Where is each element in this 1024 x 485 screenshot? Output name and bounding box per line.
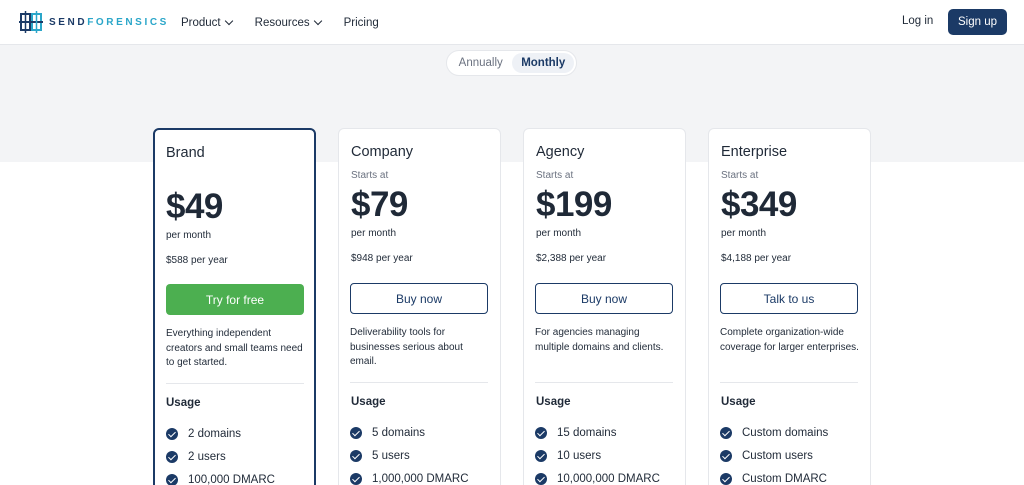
feature-label: 10,000,000 DMARC	[557, 472, 660, 485]
check-circle-icon	[720, 472, 732, 485]
main-nav: Product Resources Pricing	[181, 0, 379, 45]
chevron-down-icon	[313, 16, 322, 26]
login-link[interactable]: Log in	[902, 15, 933, 27]
plan-per-month: per month	[721, 228, 767, 239]
nav-product-label: Product	[181, 16, 221, 29]
plan-description: Deliverability tools for businesses seri…	[350, 327, 463, 367]
plan-divider	[350, 382, 488, 383]
signup-button[interactable]: Sign up	[948, 9, 1007, 35]
feature-item: Custom DMARC	[720, 467, 828, 485]
logo-wordmark-suffix: FORENSICS	[87, 16, 169, 28]
talk-to-us-button[interactable]: Talk to us	[720, 283, 858, 314]
check-circle-icon	[350, 449, 362, 462]
billing-toggle: Annually Monthly	[446, 50, 577, 76]
check-circle-icon	[720, 426, 732, 439]
check-circle-icon	[350, 426, 362, 439]
feature-label: 1,000,000 DMARC	[372, 472, 469, 485]
nav-resources[interactable]: Resources	[254, 16, 322, 29]
nav-pricing-label: Pricing	[343, 16, 379, 29]
try-for-free-button[interactable]: Try for free	[166, 284, 304, 315]
feature-item: 2 domains	[166, 422, 275, 445]
plan-per-year: $2,388 per year	[536, 253, 607, 264]
plan-per-month: per month	[536, 228, 582, 239]
usage-heading: Usage	[166, 397, 201, 409]
check-circle-icon	[166, 427, 178, 440]
check-circle-icon	[535, 426, 547, 439]
check-circle-icon	[720, 449, 732, 462]
plan-card-agency: Agency Starts at $199 per month $2,388 p…	[523, 128, 686, 485]
feature-label: 5 domains	[372, 426, 426, 439]
feature-item: Custom users	[720, 444, 828, 467]
feature-item: 5 domains	[350, 421, 469, 444]
nav-resources-label: Resources	[254, 16, 310, 29]
feature-label: 10 users	[557, 449, 602, 462]
buy-now-button[interactable]: Buy now	[350, 283, 488, 314]
plan-divider	[720, 382, 858, 383]
logo-wordmark: SENDFORENSICS	[49, 17, 169, 28]
feature-label: 15 domains	[557, 426, 617, 439]
plan-card-enterprise: Enterprise Starts at $349 per month $4,1…	[708, 128, 871, 485]
feature-label: 100,000 DMARC	[188, 473, 275, 485]
check-circle-icon	[350, 472, 362, 485]
feature-label: 2 domains	[188, 427, 242, 440]
plan-starts-at: Starts at	[536, 170, 574, 181]
feature-item: Custom domains	[720, 421, 828, 444]
plan-per-year: $948 per year	[351, 253, 413, 264]
toggle-annually[interactable]: Annually	[449, 53, 512, 73]
plan-description: Everything independent creators and smal…	[166, 328, 303, 368]
plan-description: Complete organization-wide coverage for …	[720, 327, 859, 353]
plan-price: $49	[166, 187, 223, 226]
feature-list: Custom domains Custom users Custom DMARC	[720, 421, 828, 485]
plan-divider	[535, 382, 673, 383]
plan-name: Company	[351, 144, 414, 160]
plan-card-brand: Brand $49 per month $588 per year Try fo…	[153, 128, 316, 485]
usage-heading: Usage	[536, 396, 571, 408]
nav-product[interactable]: Product	[181, 16, 233, 29]
plan-per-year: $4,188 per year	[721, 253, 792, 264]
toggle-monthly[interactable]: Monthly	[512, 53, 574, 73]
feature-item: 10,000,000 DMARC	[535, 467, 660, 485]
feature-label: Custom users	[742, 449, 813, 462]
feature-list: 5 domains 5 users 1,000,000 DMARC	[350, 421, 469, 485]
logo-mark-icon	[19, 11, 43, 33]
feature-item: 15 domains	[535, 421, 660, 444]
check-circle-icon	[535, 449, 547, 462]
plan-per-year: $588 per year	[166, 255, 228, 266]
plan-divider	[166, 383, 304, 384]
plan-starts-at: Starts at	[351, 170, 389, 181]
plan-price: $199	[536, 185, 612, 224]
plan-per-month: per month	[166, 230, 212, 241]
usage-heading: Usage	[721, 396, 756, 408]
plan-price: $79	[351, 185, 408, 224]
feature-item: 1,000,000 DMARC	[350, 467, 469, 485]
plan-card-company: Company Starts at $79 per month $948 per…	[338, 128, 501, 485]
check-circle-icon	[166, 450, 178, 463]
chevron-down-icon	[224, 16, 233, 26]
feature-item: 5 users	[350, 444, 469, 467]
nav-pricing[interactable]: Pricing	[344, 17, 379, 29]
check-circle-icon	[535, 472, 547, 485]
feature-label: 2 users	[188, 450, 226, 463]
feature-list: 15 domains 10 users 10,000,000 DMARC	[535, 421, 660, 485]
plan-per-month: per month	[351, 228, 397, 239]
feature-label: Custom domains	[742, 426, 829, 439]
top-navbar: SENDFORENSICS Product Resources Pricing …	[0, 0, 1024, 45]
plan-price: $349	[721, 185, 797, 224]
plan-name: Enterprise	[721, 144, 788, 160]
plan-starts-at: Starts at	[721, 170, 759, 181]
feature-list: 2 domains 2 users 100,000 DMARC	[166, 422, 275, 485]
check-circle-icon	[166, 473, 178, 485]
feature-item: 10 users	[535, 444, 660, 467]
usage-heading: Usage	[351, 396, 386, 408]
buy-now-button[interactable]: Buy now	[535, 283, 673, 314]
sendforensics-logo[interactable]: SENDFORENSICS	[19, 10, 169, 34]
feature-label: Custom DMARC	[742, 472, 827, 485]
plan-name: Brand	[166, 145, 205, 161]
logo-wordmark-prefix: SEND	[49, 16, 88, 28]
feature-label: 5 users	[372, 449, 410, 462]
feature-item: 2 users	[166, 445, 275, 468]
feature-item: 100,000 DMARC	[166, 468, 275, 485]
plan-description: For agencies managing multiple domains a…	[535, 327, 664, 353]
plan-name: Agency	[536, 144, 585, 160]
